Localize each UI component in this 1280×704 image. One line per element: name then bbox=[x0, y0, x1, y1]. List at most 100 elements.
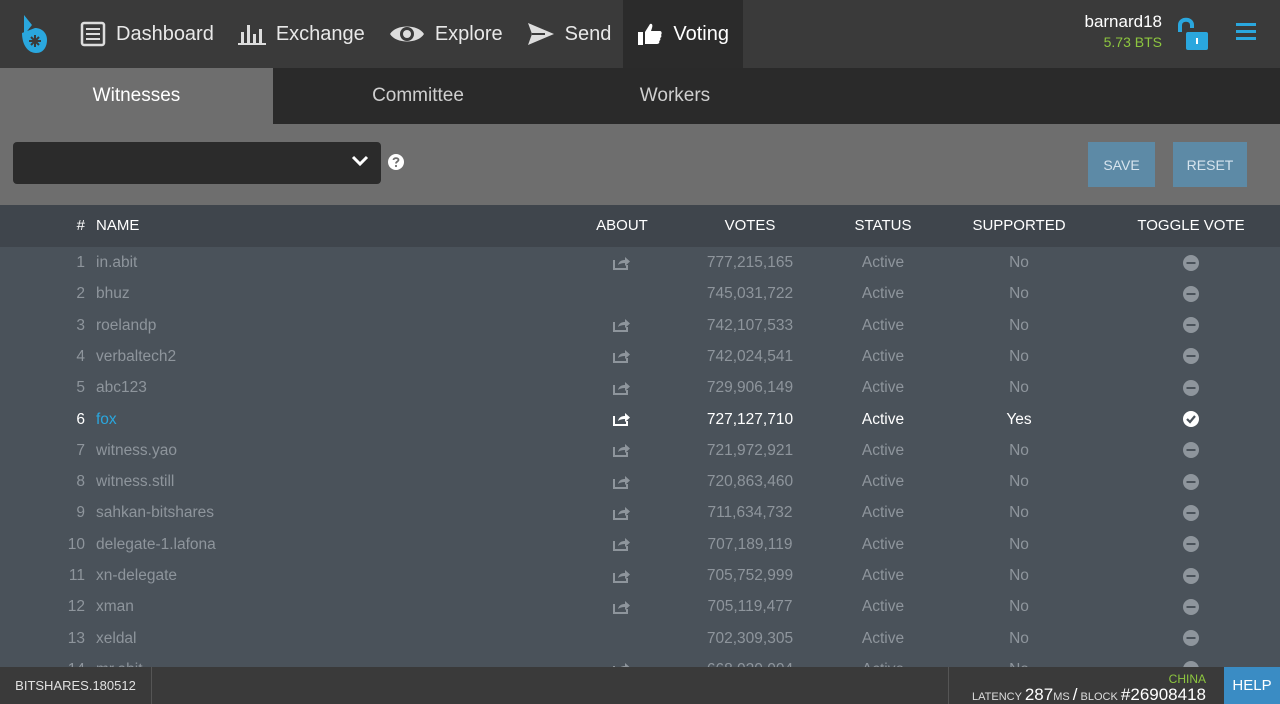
vote-minus-icon[interactable] bbox=[1131, 560, 1251, 591]
external-link-icon[interactable] bbox=[592, 497, 652, 528]
supported-value: No bbox=[1009, 347, 1029, 365]
table-row[interactable]: 9 sahkan-bitshares 711,634,732 Active No bbox=[0, 497, 1280, 528]
network-status[interactable]: CHINA LATENCY 287MS / BLOCK #26908418 bbox=[948, 667, 1224, 704]
header-votes[interactable]: VOTES bbox=[690, 205, 810, 247]
external-link-icon[interactable] bbox=[592, 310, 652, 341]
status-value: Active bbox=[833, 654, 933, 667]
vote-minus-icon[interactable] bbox=[1131, 372, 1251, 403]
witness-name-link[interactable]: mr.abit bbox=[96, 654, 143, 667]
table-row[interactable]: 4 verbaltech2 742,024,541 Active No bbox=[0, 341, 1280, 372]
vote-minus-icon[interactable] bbox=[1131, 623, 1251, 654]
vote-check-icon[interactable] bbox=[1131, 404, 1251, 435]
tab-workers[interactable]: Workers bbox=[563, 68, 787, 124]
status-value: Active bbox=[861, 473, 905, 491]
witness-name-link[interactable]: roelandp bbox=[96, 310, 156, 341]
table-row[interactable]: 8 witness.still 720,863,460 Active No bbox=[0, 466, 1280, 497]
witness-name-link[interactable]: delegate-1.lafona bbox=[96, 529, 216, 560]
external-link-icon[interactable] bbox=[592, 404, 652, 435]
latency-value: 287 bbox=[1024, 685, 1054, 704]
nav-exchange[interactable]: Exchange bbox=[226, 0, 377, 68]
table-row[interactable]: 11 xn-delegate 705,752,999 Active No bbox=[0, 560, 1280, 591]
bitshares-logo-icon[interactable] bbox=[0, 0, 68, 68]
vote-minus-icon[interactable] bbox=[1131, 341, 1251, 372]
witness-name-link[interactable]: xman bbox=[96, 591, 134, 622]
nav-explore[interactable]: Explore bbox=[377, 0, 515, 68]
header-about: ABOUT bbox=[596, 217, 648, 234]
nav-dashboard[interactable]: Dashboard bbox=[68, 0, 226, 68]
table-row[interactable]: 14 mr.abit 668,020,004 Active No bbox=[0, 654, 1280, 667]
proxy-select[interactable] bbox=[13, 142, 381, 184]
external-link-icon[interactable] bbox=[592, 372, 652, 403]
votes-value: 742,107,533 bbox=[706, 316, 794, 334]
about-empty bbox=[592, 623, 652, 654]
table-row[interactable]: 5 abc123 729,906,149 Active No bbox=[0, 372, 1280, 403]
external-link-icon[interactable] bbox=[592, 247, 652, 278]
status-value: Active bbox=[861, 347, 905, 365]
status-value: Active bbox=[861, 535, 905, 553]
vote-minus-icon[interactable] bbox=[1131, 466, 1251, 497]
witness-name-link[interactable]: xeldal bbox=[96, 623, 137, 654]
witness-name-link[interactable]: xn-delegate bbox=[96, 560, 177, 591]
table-row[interactable]: 3 roelandp 742,107,533 Active No bbox=[0, 310, 1280, 341]
supported-value: No bbox=[1009, 535, 1029, 553]
supported-value: No bbox=[1009, 598, 1029, 616]
witness-name-link[interactable]: bhuz bbox=[96, 278, 130, 309]
status-value: Active bbox=[861, 598, 905, 616]
vote-minus-icon[interactable] bbox=[1131, 278, 1251, 309]
question-circle-icon[interactable] bbox=[388, 154, 404, 175]
unlock-icon[interactable] bbox=[1172, 14, 1210, 57]
row-number: 2 bbox=[76, 285, 85, 303]
witness-name-link[interactable]: fox bbox=[96, 404, 117, 435]
latency-unit: MS bbox=[1053, 691, 1070, 703]
tab-witnesses[interactable]: Witnesses bbox=[0, 68, 273, 124]
status-value: Active bbox=[861, 567, 905, 584]
hamburger-menu-icon[interactable] bbox=[1236, 22, 1256, 47]
votes-value: 711,634,732 bbox=[707, 504, 793, 522]
eye-icon bbox=[389, 22, 425, 46]
account-info[interactable]: barnard18 5.73 BTS bbox=[1084, 12, 1162, 50]
vote-minus-icon[interactable] bbox=[1131, 654, 1251, 667]
external-link-icon[interactable] bbox=[592, 654, 652, 667]
table-row[interactable]: 7 witness.yao 721,972,921 Active No bbox=[0, 435, 1280, 466]
witness-name-link[interactable]: sahkan-bitshares bbox=[96, 497, 214, 528]
vote-minus-icon[interactable] bbox=[1131, 310, 1251, 341]
help-button[interactable]: HELP bbox=[1224, 667, 1280, 704]
external-link-icon[interactable] bbox=[592, 560, 652, 591]
external-link-icon[interactable] bbox=[592, 435, 652, 466]
vote-minus-icon[interactable] bbox=[1131, 247, 1251, 278]
witness-name-link[interactable]: witness.still bbox=[96, 466, 174, 497]
vote-minus-icon[interactable] bbox=[1131, 591, 1251, 622]
supported-value: No bbox=[1009, 379, 1029, 397]
tab-committee[interactable]: Committee bbox=[273, 68, 563, 124]
table-row[interactable]: 2 bhuz 745,031,722 Active No bbox=[0, 278, 1280, 309]
votes-value: 707,189,119 bbox=[707, 535, 793, 553]
header-name[interactable]: NAME bbox=[96, 205, 139, 247]
external-link-icon[interactable] bbox=[592, 591, 652, 622]
vote-minus-icon[interactable] bbox=[1131, 435, 1251, 466]
witness-name-link[interactable]: witness.yao bbox=[96, 435, 177, 466]
witness-name-link[interactable]: verbaltech2 bbox=[96, 341, 176, 372]
table-row[interactable]: 6 fox 727,127,710 Active Yes bbox=[0, 404, 1280, 435]
nav-send[interactable]: Send bbox=[515, 0, 624, 68]
table-row[interactable]: 13 xeldal 702,309,305 Active No bbox=[0, 623, 1280, 654]
external-link-icon[interactable] bbox=[592, 341, 652, 372]
external-link-icon[interactable] bbox=[592, 529, 652, 560]
table-row[interactable]: 1 in.abit 777,215,165 Active No bbox=[0, 247, 1280, 278]
votes-value: 705,752,999 bbox=[706, 567, 794, 584]
vote-minus-icon[interactable] bbox=[1131, 529, 1251, 560]
votes-value: 702,309,305 bbox=[706, 629, 794, 647]
status-value: Active bbox=[861, 410, 905, 428]
witness-name-link[interactable]: abc123 bbox=[96, 372, 147, 403]
table-row[interactable]: 12 xman 705,119,477 Active No bbox=[0, 591, 1280, 622]
vote-minus-icon[interactable] bbox=[1131, 497, 1251, 528]
version-label[interactable]: BITSHARES.180512 bbox=[0, 667, 152, 704]
nav-voting[interactable]: Voting bbox=[623, 0, 743, 68]
footer: BITSHARES.180512 CHINA LATENCY 287MS / B… bbox=[0, 667, 1280, 704]
reset-button[interactable]: RESET bbox=[1173, 142, 1247, 187]
save-button[interactable]: SAVE bbox=[1088, 142, 1155, 187]
witness-name-link[interactable]: in.abit bbox=[96, 247, 137, 278]
external-link-icon[interactable] bbox=[592, 466, 652, 497]
account-name[interactable]: barnard18 bbox=[1084, 12, 1162, 32]
supported-value: No bbox=[1009, 504, 1029, 522]
table-row[interactable]: 10 delegate-1.lafona 707,189,119 Active No bbox=[0, 529, 1280, 560]
